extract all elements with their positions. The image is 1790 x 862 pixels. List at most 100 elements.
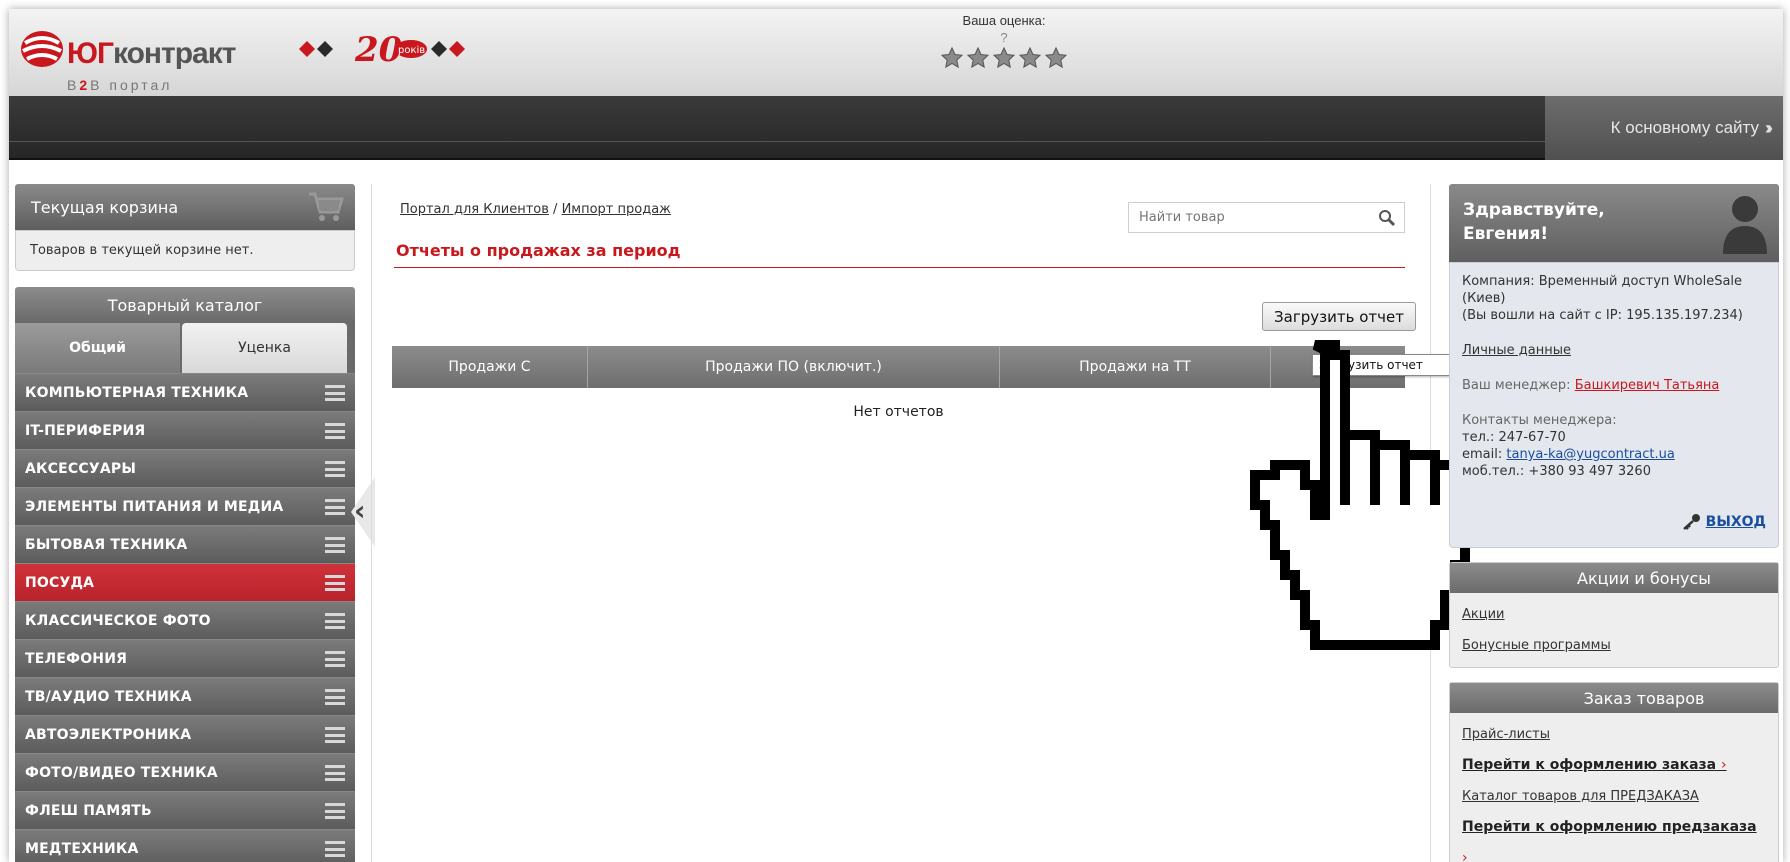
breadcrumb-root-link[interactable]: Портал для Клиентов xyxy=(400,202,549,217)
cart-header[interactable]: Текущая корзина xyxy=(15,184,355,230)
top-nav-bar xyxy=(9,96,1783,160)
manager-label: Ваш менеджер: xyxy=(1462,378,1571,393)
manager-email-link[interactable]: tanya-ka@yugcontract.ua xyxy=(1506,447,1674,462)
promo-link-bonus[interactable]: Бонусные программы xyxy=(1462,630,1766,661)
personal-data-link[interactable]: Личные данные xyxy=(1462,343,1571,358)
menu-icon[interactable] xyxy=(325,537,345,553)
star-icon[interactable] xyxy=(1044,46,1068,70)
menu-icon[interactable] xyxy=(325,651,345,667)
menu-icon[interactable] xyxy=(325,765,345,781)
catalog-item[interactable]: ЭЛЕМЕНТЫ ПИТАНИЯ И МЕДИА xyxy=(15,487,355,525)
cart-title: Текущая корзина xyxy=(31,197,179,217)
menu-icon[interactable] xyxy=(325,689,345,705)
tab-general[interactable]: Общий xyxy=(15,323,180,373)
star-icon[interactable] xyxy=(940,46,964,70)
chevron-right-icon: › xyxy=(1721,757,1727,773)
orders-title: Заказ товаров xyxy=(1583,688,1705,708)
star-icon[interactable] xyxy=(1018,46,1042,70)
rating-value: ? xyxy=(1000,30,1008,45)
catalog-item-label: ФОТО/ВИДЕО ТЕХНИКА xyxy=(25,764,218,781)
logo-main: ЮГ xyxy=(67,37,114,70)
catalog-tabs: Общий Уценка xyxy=(15,323,355,373)
search-icon[interactable] xyxy=(1378,209,1396,227)
catalog-item-label: МЕДТЕХНИКА xyxy=(25,840,139,857)
search-input[interactable] xyxy=(1129,203,1359,232)
catalog-item[interactable]: КЛАССИЧЕСКОЕ ФОТО xyxy=(15,601,355,639)
star-icon[interactable] xyxy=(992,46,1016,70)
breadcrumb-current-link[interactable]: Импорт продаж xyxy=(562,202,671,217)
catalog-item[interactable]: ПОСУДА xyxy=(15,563,355,601)
title-underline xyxy=(394,267,1405,268)
cart-icon xyxy=(309,192,345,221)
column-header[interactable]: Продажи ПО (включит.) xyxy=(588,346,1000,388)
ornament-icon: 20 років xyxy=(299,30,465,70)
catalog-item[interactable]: ФОТО/ВИДЕО ТЕХНИКА xyxy=(15,753,355,791)
menu-icon[interactable] xyxy=(325,575,345,591)
catalog-item-label: КЛАССИЧЕСКОЕ ФОТО xyxy=(25,612,211,629)
logo-emblem-icon xyxy=(21,31,63,67)
menu-icon[interactable] xyxy=(325,613,345,629)
menu-icon[interactable] xyxy=(325,461,345,477)
catalog-item-label: КОМПЬЮТЕРНАЯ ТЕХНИКА xyxy=(25,384,249,401)
promo-title: Акции и бонусы xyxy=(1577,568,1711,588)
catalog-list: КОМПЬЮТЕРНАЯ ТЕХНИКА IT-ПЕРИФЕРИЯ АКСЕССУА… xyxy=(15,373,355,862)
left-sidebar: Текущая корзина Товаров в текущей корзин… xyxy=(15,184,355,862)
ip-note: (Вы вошли на сайт с IP: 195.135.197.234) xyxy=(1462,308,1743,323)
email-label: email: xyxy=(1462,447,1503,462)
chevron-left-icon[interactable]: ‹ xyxy=(354,497,366,525)
manager-contacts-label: Контакты менеджера: xyxy=(1462,413,1617,428)
menu-icon[interactable] xyxy=(325,423,345,439)
catalog-item[interactable]: ФЛЕШ ПАМЯТЬ xyxy=(15,791,355,829)
cart-body: Товаров в текущей корзине нет. xyxy=(15,230,355,271)
catalog-item[interactable]: ТВ/АУДИО ТЕХНИКА xyxy=(15,677,355,715)
menu-icon[interactable] xyxy=(325,803,345,819)
main-site-link[interactable]: К основному сайту ›› xyxy=(1545,96,1783,160)
menu-icon[interactable] xyxy=(325,841,345,857)
preorder-catalog-link[interactable]: Каталог товаров для ПРЕДЗАКАЗА xyxy=(1462,781,1766,812)
catalog-item[interactable]: АКСЕССУАРЫ xyxy=(15,449,355,487)
logo-sub-prefix: В xyxy=(67,77,80,93)
user-info-panel: Компания: Временный доступ WholeSale (Ки… xyxy=(1449,262,1779,548)
breadcrumb: Портал для Клиентов / Импорт продаж xyxy=(400,202,671,217)
promo-link-actions[interactable]: Акции xyxy=(1462,599,1766,630)
rating-stars[interactable] xyxy=(909,46,1099,70)
page-title: Отчеты о продажах за период xyxy=(396,241,681,260)
site-logo[interactable]: ЮГконтракт В2В портал xyxy=(15,15,285,95)
catalog-item[interactable]: АВТОЭЛЕКТРОНИКА xyxy=(15,715,355,753)
catalog-item-label: ТВ/АУДИО ТЕХНИКА xyxy=(25,688,192,705)
catalog-item[interactable]: IT-ПЕРИФЕРИЯ xyxy=(15,411,355,449)
catalog-item[interactable]: КОМПЬЮТЕРНАЯ ТЕХНИКА xyxy=(15,373,355,411)
price-lists-link[interactable]: Прайс-листы xyxy=(1462,719,1766,750)
search-box xyxy=(1128,202,1405,233)
user-greeting-header: Здравствуйте, Евгения! xyxy=(1449,184,1779,262)
tab-general-label: Общий xyxy=(69,340,126,356)
column-header[interactable]: Продажи С xyxy=(392,346,588,388)
product-catalog: Товарный каталог Общий Уценка КОМПЬЮТЕРН… xyxy=(15,287,355,862)
star-icon[interactable] xyxy=(966,46,990,70)
menu-icon[interactable] xyxy=(325,385,345,401)
promo-box: Акции и бонусы Акции Бонусные программы xyxy=(1449,562,1779,668)
column-header[interactable]: Продажи на ТТ xyxy=(1000,346,1271,388)
promo-header: Акции и бонусы xyxy=(1450,563,1778,593)
logout-link[interactable]: ВЫХОД xyxy=(1682,513,1766,531)
upload-report-button[interactable]: Загрузить отчет xyxy=(1262,302,1416,331)
checkout-preorder-label: Перейти к оформлению предзаказа xyxy=(1462,819,1757,835)
catalog-item[interactable]: БЫТОВАЯ ТЕХНИКА xyxy=(15,525,355,563)
manager-name-link[interactable]: Башкиревич Татьяна xyxy=(1575,378,1720,393)
catalog-item[interactable]: МЕДТЕХНИКА xyxy=(15,829,355,862)
catalog-title: Товарный каталог xyxy=(107,295,263,315)
rating-widget: Ваша оценка: ? xyxy=(909,13,1099,70)
checkout-preorder-link[interactable]: Перейти к оформлению предзаказа › xyxy=(1462,812,1766,862)
checkout-order-link[interactable]: Перейти к оформлению заказа › xyxy=(1462,750,1766,781)
manager-mobile: моб.тел.: +380 93 497 3260 xyxy=(1462,464,1651,479)
breadcrumb-separator: / xyxy=(553,202,558,217)
catalog-item[interactable]: ТЕЛЕФОНИЯ xyxy=(15,639,355,677)
double-chevron-right-icon: ›› xyxy=(1765,117,1773,138)
tab-discount[interactable]: Уценка xyxy=(182,323,347,373)
logo-sub-suffix: В портал xyxy=(90,77,173,93)
tab-discount-label: Уценка xyxy=(238,340,291,356)
chevron-right-icon: › xyxy=(1462,850,1468,862)
menu-icon[interactable] xyxy=(325,499,345,515)
menu-icon[interactable] xyxy=(325,727,345,743)
logo-rest: контракт xyxy=(112,37,236,70)
